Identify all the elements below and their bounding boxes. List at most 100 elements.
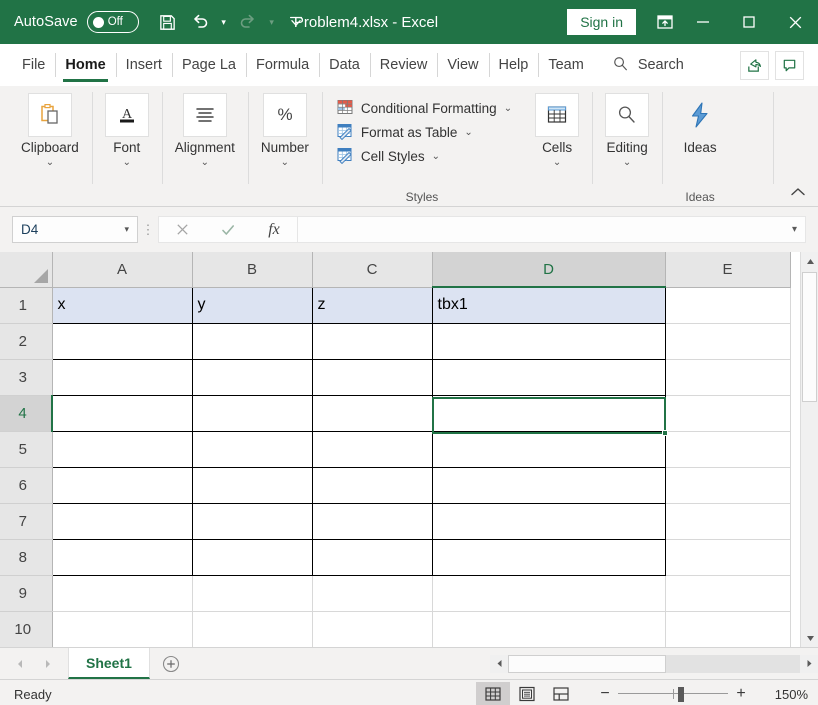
column-header-e[interactable]: E <box>665 252 791 288</box>
cell-B3[interactable] <box>192 359 313 396</box>
column-header-d[interactable]: D <box>432 252 666 288</box>
close-icon[interactable] <box>772 0 818 44</box>
cell-A8[interactable] <box>51 539 193 576</box>
chevron-down-icon[interactable]: ⌄ <box>46 156 54 170</box>
row-header-6[interactable]: 6 <box>0 467 53 504</box>
row-header-7[interactable]: 7 <box>0 503 53 540</box>
tab-review[interactable]: Review <box>369 44 438 86</box>
scroll-down-icon[interactable] <box>801 629 818 647</box>
chevron-down-icon[interactable]: ⌄ <box>432 151 440 162</box>
page-layout-view-icon[interactable] <box>510 682 544 705</box>
horizontal-scrollbar-track[interactable] <box>508 654 800 673</box>
insert-function-icon[interactable]: fx <box>251 217 297 242</box>
row-header-9[interactable]: 9 <box>0 575 53 612</box>
chevron-down-icon[interactable]: ⌄ <box>464 127 472 138</box>
cell-E7[interactable] <box>665 503 791 540</box>
vertical-scrollbar-thumb[interactable] <box>802 272 817 402</box>
horizontal-scrollbar[interactable] <box>490 648 818 679</box>
autosave-toggle[interactable]: Off <box>86 11 139 33</box>
undo-icon[interactable] <box>185 7 215 37</box>
chevron-down-icon[interactable]: ⌄ <box>623 156 631 170</box>
cell-D9[interactable] <box>432 575 666 612</box>
cell-B5[interactable] <box>192 431 313 468</box>
cell-E2[interactable] <box>665 323 791 360</box>
cell-E1[interactable] <box>665 287 791 324</box>
cell-B1[interactable]: y <box>192 286 313 324</box>
tab-page-layout[interactable]: Page La <box>171 44 246 86</box>
cell-D5[interactable] <box>432 431 666 468</box>
row-header-4[interactable]: 4 <box>0 395 53 432</box>
cell-A4[interactable] <box>51 395 193 432</box>
undo-dropdown-caret-icon[interactable]: ▾ <box>217 7 231 37</box>
cell-D8[interactable] <box>432 539 666 576</box>
cell-C5[interactable] <box>312 431 433 468</box>
row-header-2[interactable]: 2 <box>0 323 53 360</box>
cell-A6[interactable] <box>51 467 193 504</box>
tab-view[interactable]: View <box>437 44 488 86</box>
tab-data[interactable]: Data <box>319 44 370 86</box>
chevron-down-icon[interactable]: ⌄ <box>553 156 561 170</box>
collapse-ribbon-icon[interactable] <box>786 182 810 202</box>
conditional-formatting-button[interactable]: Conditional Formatting ⌄ <box>336 96 512 120</box>
formula-input[interactable]: ▾ <box>297 216 806 243</box>
cell-D1[interactable]: tbx1 <box>432 286 666 324</box>
cancel-icon[interactable] <box>159 217 205 242</box>
ribbon-group-number[interactable]: % Number ⌄ <box>247 86 322 206</box>
minimize-icon[interactable] <box>680 0 726 44</box>
chevron-down-icon[interactable]: ⌄ <box>123 156 131 170</box>
cell-C3[interactable] <box>312 359 433 396</box>
cell-E8[interactable] <box>665 539 791 576</box>
ribbon-group-ideas[interactable]: Ideas Ideas <box>662 86 738 206</box>
save-icon[interactable] <box>153 7 183 37</box>
ribbon-group-cells[interactable]: Cells ⌄ <box>522 86 592 206</box>
tab-insert[interactable]: Insert <box>115 44 172 86</box>
previous-sheet-icon[interactable] <box>6 649 34 679</box>
tab-help[interactable]: Help <box>488 44 539 86</box>
cell-B7[interactable] <box>192 503 313 540</box>
row-header-1[interactable]: 1 <box>0 287 53 324</box>
ribbon-group-editing[interactable]: Editing ⌄ <box>592 86 662 206</box>
column-header-a[interactable]: A <box>52 252 193 288</box>
tab-file[interactable]: File <box>12 44 55 86</box>
cell-B4[interactable] <box>192 395 313 432</box>
cell-A3[interactable] <box>51 359 193 396</box>
cell-C6[interactable] <box>312 467 433 504</box>
chevron-down-icon[interactable]: ▾ <box>124 224 129 235</box>
row-header-3[interactable]: 3 <box>0 359 53 396</box>
tab-formulas[interactable]: Formula <box>245 44 319 86</box>
cell-E3[interactable] <box>665 359 791 396</box>
cell-C9[interactable] <box>312 575 433 612</box>
scroll-right-icon[interactable] <box>800 654 818 673</box>
cell-B10[interactable] <box>192 611 313 647</box>
horizontal-scrollbar-thumb[interactable] <box>508 654 666 673</box>
search-box[interactable]: Search <box>594 44 698 86</box>
cell-D6[interactable] <box>432 467 666 504</box>
row-header-8[interactable]: 8 <box>0 539 53 576</box>
share-icon[interactable] <box>740 50 769 80</box>
page-break-preview-icon[interactable] <box>544 682 578 705</box>
vertical-scrollbar[interactable] <box>800 252 818 647</box>
select-all-corner[interactable] <box>0 252 53 288</box>
ribbon-group-font[interactable]: A Font ⌄ <box>91 86 162 206</box>
cell-E9[interactable] <box>665 575 791 612</box>
sheet-tab-sheet1[interactable]: Sheet1 <box>68 648 150 679</box>
zoom-level-label[interactable]: 150% <box>762 687 808 702</box>
cell-C10[interactable] <box>312 611 433 647</box>
cell-A2[interactable] <box>51 323 193 360</box>
zoom-slider[interactable] <box>618 685 728 703</box>
scroll-up-icon[interactable] <box>801 252 818 270</box>
comment-icon[interactable] <box>775 50 804 80</box>
chevron-down-icon[interactable]: ⌄ <box>504 103 512 114</box>
zoom-out-button[interactable]: − <box>592 685 618 703</box>
tab-team[interactable]: Team <box>538 44 593 86</box>
cell-E6[interactable] <box>665 467 791 504</box>
zoom-slider-thumb[interactable] <box>678 687 684 702</box>
cell-D7[interactable] <box>432 503 666 540</box>
next-sheet-icon[interactable] <box>34 649 62 679</box>
format-as-table-button[interactable]: Format as Table ⌄ <box>336 120 512 144</box>
add-sheet-icon[interactable] <box>150 648 192 679</box>
cell-A1[interactable]: x <box>51 286 193 324</box>
chevron-down-icon[interactable]: ⌄ <box>281 156 289 170</box>
enter-checkmark-icon[interactable] <box>205 217 251 242</box>
cell-A7[interactable] <box>51 503 193 540</box>
